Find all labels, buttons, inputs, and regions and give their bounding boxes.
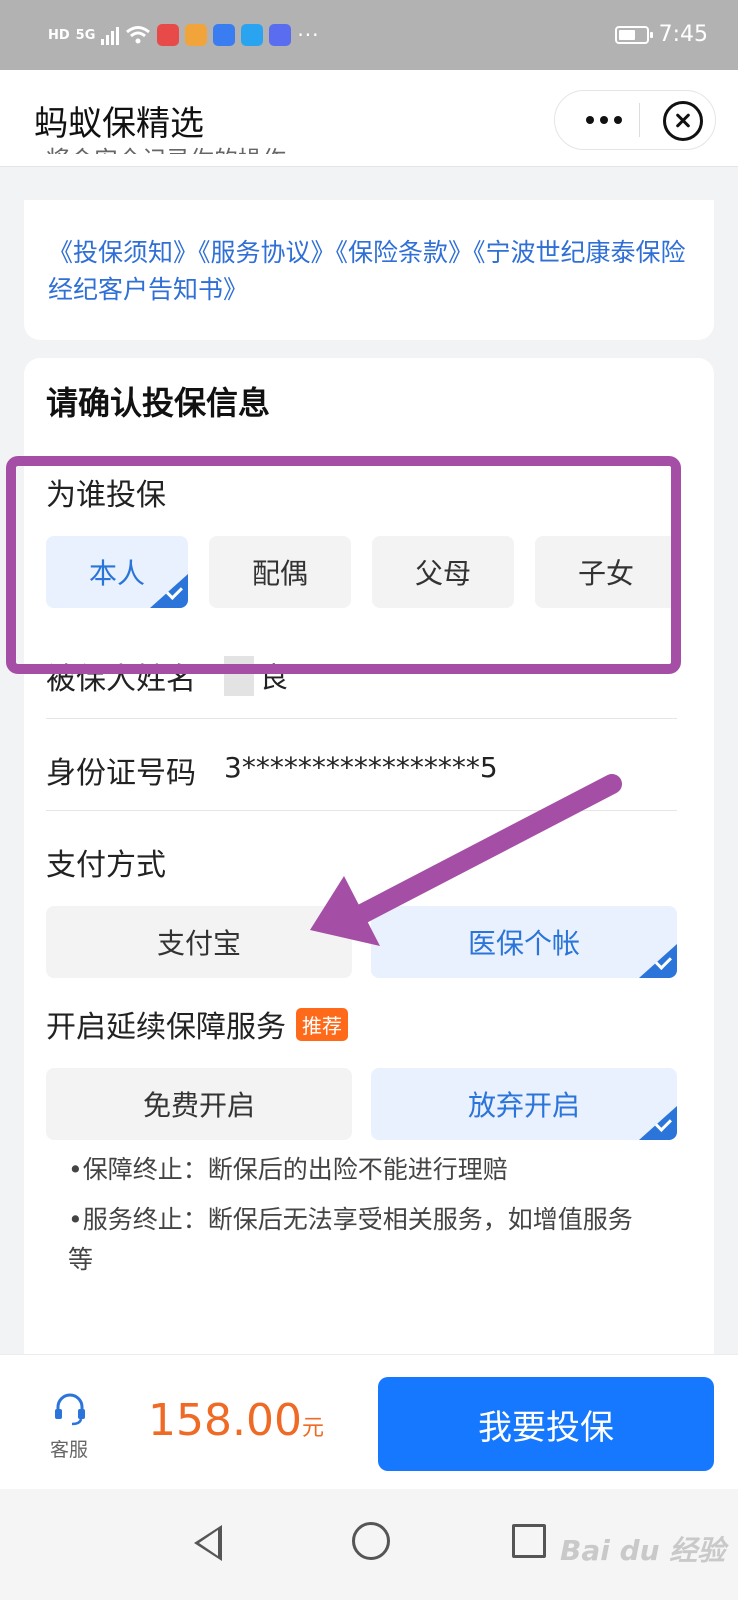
- more-notifications: ···: [297, 23, 320, 47]
- option-label: 支付宝: [156, 927, 241, 960]
- section-title: 请确认投保信息: [46, 384, 271, 422]
- headset-icon[interactable]: [52, 1391, 88, 1427]
- network-type: HD: [48, 27, 70, 43]
- signal-label: 5G: [75, 27, 96, 43]
- app-notification-icon: [241, 24, 264, 46]
- back-icon-inner: [199, 1530, 218, 1556]
- battery-icon: [614, 25, 653, 44]
- home-icon[interactable]: [352, 1522, 390, 1560]
- check-icon: [639, 1106, 677, 1140]
- status-time: 7:45: [658, 22, 708, 47]
- check-icon: [639, 944, 677, 978]
- status-left: HD 5G ···: [48, 20, 319, 50]
- app-notification-icon: [269, 24, 292, 46]
- status-bar: HD 5G ··· 7:45: [0, 0, 738, 70]
- renewal-label: 开启延续保障服务: [46, 1010, 286, 1045]
- customer-service-label[interactable]: 客服: [50, 1435, 88, 1462]
- status-right: 7:45: [614, 22, 708, 47]
- page-title: 蚂蚁保精选: [34, 104, 204, 144]
- price: 158.00元: [148, 1395, 324, 1446]
- capsule-menu: [554, 90, 716, 150]
- payment-medical-account[interactable]: 医保个帐: [371, 906, 677, 978]
- app-notification-icon: [185, 24, 208, 46]
- bottom-action-bar: 客服 158.00元 我要投保: [0, 1354, 738, 1490]
- id-number-label: 身份证号码: [46, 756, 196, 791]
- id-number-value: 3*****************5: [224, 751, 498, 784]
- signal-icon: [101, 25, 120, 45]
- app-notification-icon: [213, 24, 236, 46]
- payment-label: 支付方式: [46, 848, 166, 883]
- annotation-highlight-box: [6, 456, 681, 674]
- option-label: 医保个帐: [467, 927, 580, 960]
- documents-card: 《投保须知》《服务协议》《保险条款》《宁波世纪康泰保险经纪客户告知书》: [24, 200, 714, 340]
- more-icon[interactable]: [579, 105, 629, 135]
- option-label: 免费开启: [142, 1089, 255, 1122]
- divider: [46, 718, 677, 719]
- divider: [46, 810, 677, 811]
- recommend-badge: 推荐: [296, 1007, 348, 1041]
- renewal-note: •服务终止：断保后无法享受相关服务，如增值服务等: [68, 1205, 633, 1274]
- app-notification-icon: [157, 24, 180, 46]
- capsule-divider: [639, 103, 640, 137]
- price-unit: 元: [301, 1416, 324, 1441]
- battery-level: [618, 29, 635, 40]
- documents-links[interactable]: 《投保须知》《服务协议》《保险条款》《宁波世纪康泰保险经纪客户告知书》: [48, 234, 688, 308]
- renewal-decline[interactable]: 放弃开启: [371, 1068, 677, 1140]
- price-value: 158.00: [148, 1395, 302, 1446]
- renewal-note: •保障终止：断保后的出险不能进行理赔: [68, 1155, 508, 1184]
- renewal-header: 开启延续保障服务 推荐: [46, 1002, 348, 1046]
- recent-apps-icon[interactable]: [512, 1524, 546, 1558]
- payment-alipay[interactable]: 支付宝: [46, 906, 352, 978]
- buy-insurance-button[interactable]: 我要投保: [378, 1377, 714, 1471]
- system-nav-bar: Bai du 经验: [0, 1489, 738, 1600]
- renewal-enable[interactable]: 免费开启: [46, 1068, 352, 1140]
- option-label: 放弃开启: [467, 1089, 580, 1122]
- wifi-icon: [126, 26, 151, 44]
- watermark: Bai du 经验: [560, 1534, 726, 1567]
- close-icon[interactable]: [663, 101, 703, 141]
